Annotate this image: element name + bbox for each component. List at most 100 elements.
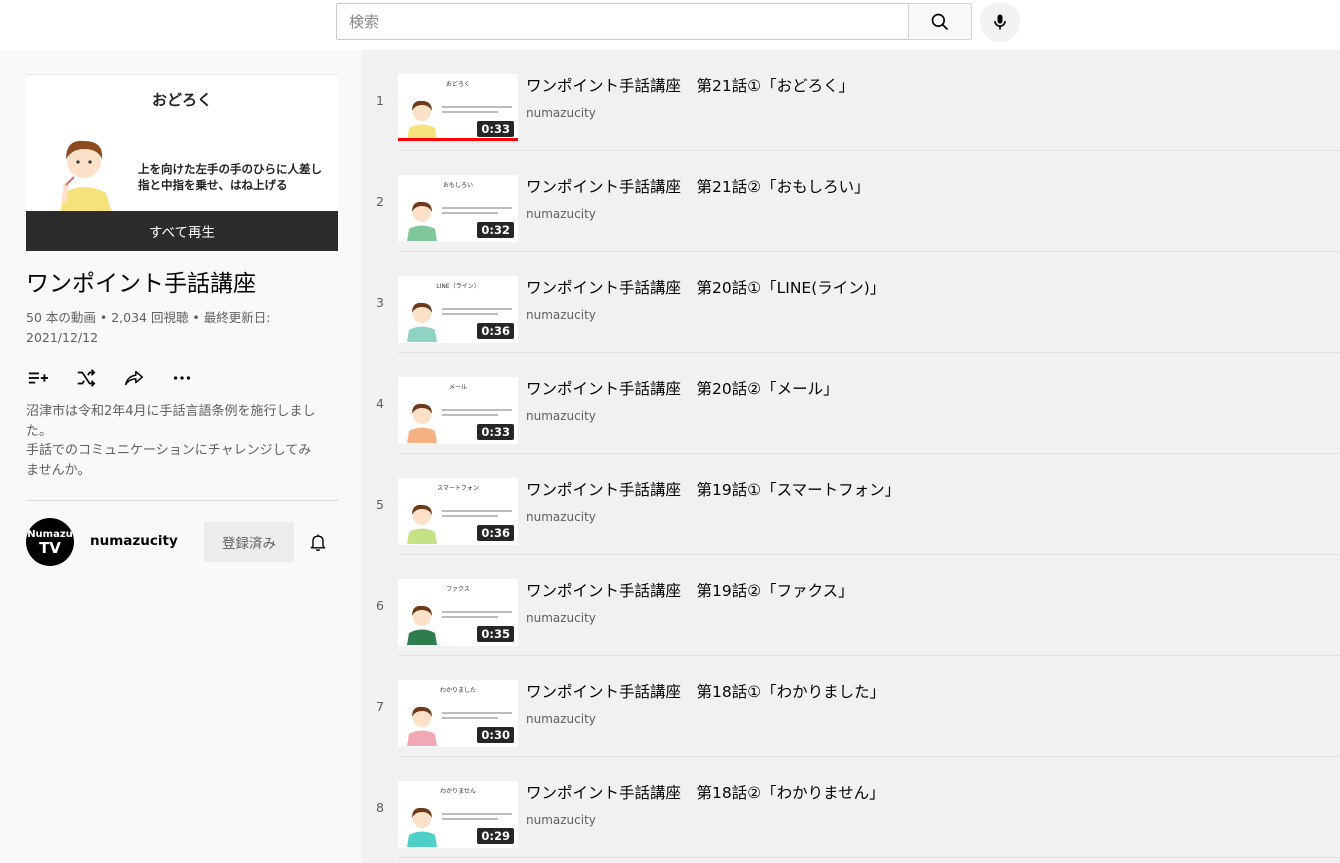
video-row[interactable]: 2 おもしろい 0:32 ワンポイント手話講座 第21話②「おもしろい」 num… <box>362 151 1340 252</box>
illustrated-person <box>60 140 112 213</box>
description-line: ませんか。 <box>26 462 91 478</box>
description-line: 手話でのコミュニケーションにチャレンジしてみ <box>26 443 312 458</box>
thumbnail-text-lines <box>442 106 512 116</box>
video-channel[interactable]: numazucity <box>526 207 596 221</box>
video-row[interactable]: 3 LINE（ライン） 0:36 ワンポイント手話講座 第20話①「LINE(ラ… <box>362 252 1340 353</box>
video-title[interactable]: ワンポイント手話講座 第19話①「スマートフォン」 <box>526 478 900 500</box>
stats-line2: 2021/12/12 <box>26 330 99 345</box>
video-row[interactable]: 5 スマートフォン 0:36 ワンポイント手話講座 第19話①「スマートフォン」… <box>362 454 1340 555</box>
video-title[interactable]: ワンポイント手話講座 第19話②「ファクス」 <box>526 579 854 601</box>
video-channel[interactable]: numazucity <box>526 611 596 625</box>
video-channel[interactable]: numazucity <box>526 308 596 322</box>
share-icon <box>125 370 143 386</box>
hero-text-line1: 上を向けた左手の手のひらに人差し <box>138 162 322 176</box>
video-row[interactable]: 6 ファクス 0:35 ワンポイント手話講座 第19話②「ファクス」 numaz… <box>362 555 1340 656</box>
playlist-actions <box>26 366 218 390</box>
more-icon <box>173 376 191 380</box>
voice-search-button[interactable] <box>980 2 1020 42</box>
search-icon <box>931 13 949 30</box>
row-divider <box>398 857 1340 858</box>
thumbnail-text-lines <box>442 712 512 722</box>
illustrated-person <box>407 807 437 847</box>
play-all-button[interactable]: すべて再生 <box>26 211 338 251</box>
avatar-text-bottom: TV <box>39 539 61 557</box>
top-bar <box>0 0 1340 50</box>
channel-name[interactable]: numazucity <box>90 533 178 549</box>
video-thumbnail[interactable]: おどろく 0:33 <box>398 74 518 141</box>
thumbnail-caption: スマートフォン <box>437 485 479 492</box>
stats-line1: 50 本の動画 • 2,034 回視聴 • 最終更新日: <box>26 310 271 325</box>
thumbnail-caption: わかりました <box>439 687 476 694</box>
video-index: 1 <box>376 92 384 108</box>
video-channel[interactable]: numazucity <box>526 409 596 423</box>
bell-icon <box>310 534 326 552</box>
video-channel[interactable]: numazucity <box>526 106 596 120</box>
video-title[interactable]: ワンポイント手話講座 第20話②「メール」 <box>526 377 839 399</box>
shuffle-icon <box>77 369 96 387</box>
microphone-icon <box>994 14 1006 30</box>
video-index: 7 <box>376 698 384 714</box>
playlist-hero-thumbnail[interactable]: おどろく 上を向けた左手の手のひらに人差し 指と中指を乗せ、はね上げる すべて再… <box>26 74 338 251</box>
duration-badge: 0:29 <box>477 828 514 844</box>
duration-badge: 0:36 <box>477 525 514 541</box>
video-row[interactable]: 4 メール 0:33 ワンポイント手話講座 第20話②「メール」 numazuc… <box>362 353 1340 454</box>
watch-progress-bar <box>398 138 518 141</box>
duration-badge: 0:33 <box>477 121 514 137</box>
thumbnail-text-lines <box>442 207 512 217</box>
video-index: 4 <box>376 395 384 411</box>
playlist-title[interactable]: ワンポイント手話講座 <box>26 264 256 298</box>
add-to-queue-button[interactable] <box>26 366 50 390</box>
video-title[interactable]: ワンポイント手話講座 第18話②「わかりません」 <box>526 781 885 803</box>
thumbnail-text-lines <box>442 308 512 318</box>
video-channel[interactable]: numazucity <box>526 813 596 827</box>
illustrated-person <box>407 100 437 140</box>
illustrated-person <box>407 302 437 342</box>
subscribed-button[interactable]: 登録済み <box>204 522 294 562</box>
video-thumbnail[interactable]: スマートフォン 0:36 <box>398 478 518 545</box>
duration-badge: 0:30 <box>477 727 514 743</box>
search-box[interactable] <box>336 3 908 40</box>
divider <box>26 500 338 501</box>
video-thumbnail[interactable]: メール 0:33 <box>398 377 518 444</box>
more-actions-button[interactable] <box>170 366 194 390</box>
video-thumbnail[interactable]: わかりました 0:30 <box>398 680 518 747</box>
thumbnail-text-lines <box>442 409 512 419</box>
thumbnail-caption: わかりません <box>440 788 476 795</box>
share-button[interactable] <box>122 366 146 390</box>
avatar[interactable]: Numazu TV <box>26 518 74 566</box>
illustrated-person <box>407 605 437 645</box>
search-input[interactable] <box>337 4 908 39</box>
video-thumbnail[interactable]: おもしろい 0:32 <box>398 175 518 242</box>
video-row[interactable]: 8 わかりません 0:29 ワンポイント手話講座 第18話②「わかりません」 n… <box>362 757 1340 858</box>
thumbnail-caption: LINE（ライン） <box>436 283 480 290</box>
video-title[interactable]: ワンポイント手話講座 第21話①「おどろく」 <box>526 74 854 96</box>
thumbnail-caption: おもしろい <box>442 182 473 189</box>
video-channel[interactable]: numazucity <box>526 510 596 524</box>
playlist-description: 沼津市は令和2年4月に手話言語条例を施行しまし た。 手話でのコミュニケーション… <box>26 402 344 480</box>
playlist-video-list: 1 おどろく 0:33 ワンポイント手話講座 第21話①「おどろく」 numaz… <box>362 50 1340 863</box>
video-thumbnail[interactable]: ファクス 0:35 <box>398 579 518 646</box>
notification-button[interactable] <box>306 530 330 554</box>
channel-owner-row: Numazu TV numazucity 登録済み <box>26 518 338 566</box>
hero-description: 上を向けた左手の手のひらに人差し 指と中指を乗せ、はね上げる <box>138 161 328 193</box>
playlist-stats: 50 本の動画 • 2,034 回視聴 • 最終更新日: 2021/12/12 <box>26 308 326 348</box>
thumbnail-caption: メール <box>448 384 467 391</box>
video-thumbnail[interactable]: わかりません 0:29 <box>398 781 518 848</box>
video-index: 8 <box>376 799 384 815</box>
shuffle-button[interactable] <box>74 366 98 390</box>
illustrated-person <box>407 201 437 241</box>
video-thumbnail[interactable]: LINE（ライン） 0:36 <box>398 276 518 343</box>
video-title[interactable]: ワンポイント手話講座 第20話①「LINE(ライン)」 <box>526 276 885 298</box>
duration-badge: 0:36 <box>477 323 514 339</box>
search-button[interactable] <box>908 3 972 40</box>
thumbnail-text-lines <box>442 611 512 621</box>
duration-badge: 0:33 <box>477 424 514 440</box>
video-title[interactable]: ワンポイント手話講座 第18話①「わかりました」 <box>526 680 885 702</box>
illustrated-person <box>407 706 437 746</box>
video-title[interactable]: ワンポイント手話講座 第21話②「おもしろい」 <box>526 175 870 197</box>
thumbnail-text-lines <box>442 813 512 823</box>
video-channel[interactable]: numazucity <box>526 712 596 726</box>
video-row[interactable]: 7 わかりました 0:30 ワンポイント手話講座 第18話①「わかりました」 n… <box>362 656 1340 757</box>
add-to-queue-icon <box>28 372 49 384</box>
video-row[interactable]: 1 おどろく 0:33 ワンポイント手話講座 第21話①「おどろく」 numaz… <box>362 50 1340 151</box>
